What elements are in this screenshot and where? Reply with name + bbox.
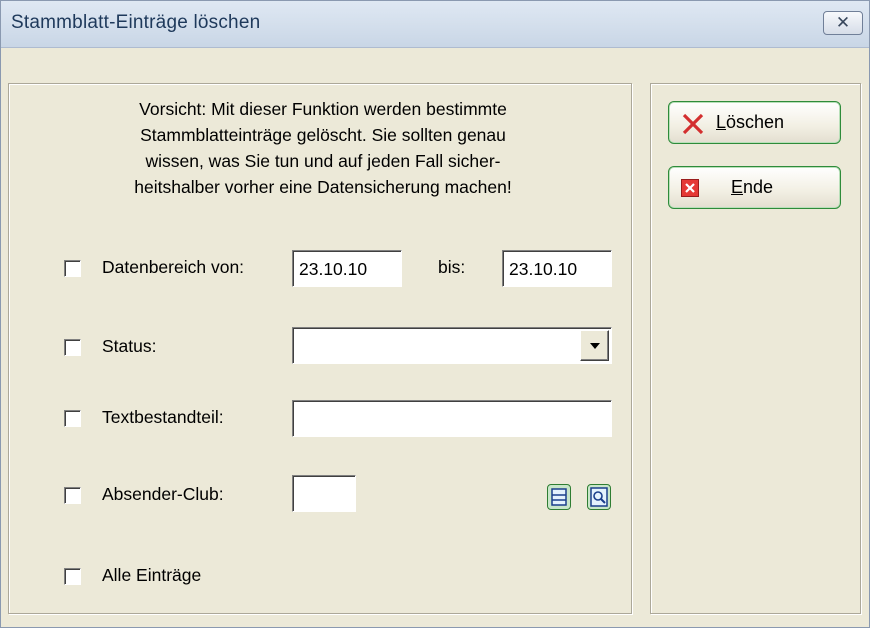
- warning-line: Vorsicht: Mit dieser Funktion werden bes…: [139, 99, 507, 119]
- sender-club-field[interactable]: [292, 475, 356, 512]
- status-label: Status:: [102, 336, 157, 356]
- warning-text: Vorsicht: Mit dieser Funktion werden bes…: [63, 96, 583, 200]
- date-to-field[interactable]: 23.10.10: [502, 250, 612, 287]
- date-range-checkbox[interactable]: [64, 260, 81, 277]
- dialog-window: Stammblatt-Einträge löschen ✕ Vorsicht: …: [0, 0, 870, 628]
- chevron-down-icon: [589, 342, 600, 349]
- status-dropdown[interactable]: [292, 327, 612, 364]
- warning-line: heitshalber vorher eine Datensicherung m…: [134, 177, 512, 197]
- status-checkbox[interactable]: [64, 339, 81, 356]
- close-button[interactable]: ✕: [823, 11, 863, 35]
- warning-line: Stammblatteinträge gelöscht. Sie sollten…: [140, 125, 506, 145]
- date-range-label: Datenbereich von:: [102, 257, 245, 277]
- text-part-label: Textbestandteil:: [102, 407, 224, 427]
- sender-club-checkbox[interactable]: [64, 487, 81, 504]
- all-entries-checkbox[interactable]: [64, 568, 81, 585]
- list-icon[interactable]: [547, 484, 571, 510]
- sender-club-label: Absender-Club:: [102, 484, 224, 504]
- dropdown-button[interactable]: [580, 330, 609, 361]
- red-x-icon: [682, 113, 704, 135]
- date-from-field[interactable]: 23.10.10: [292, 250, 402, 287]
- warning-line: wissen, was Sie tun und auf jeden Fall s…: [145, 151, 501, 171]
- title-bar: Stammblatt-Einträge löschen ✕: [1, 1, 869, 48]
- window-title: Stammblatt-Einträge löschen: [11, 12, 261, 33]
- end-button[interactable]: Ende: [668, 166, 841, 209]
- text-part-field[interactable]: [292, 400, 612, 437]
- delete-button-label: Löschen: [716, 112, 785, 132]
- actions-panel: [650, 83, 861, 614]
- close-box-icon: [681, 179, 699, 197]
- end-button-label: Ende: [731, 177, 774, 197]
- search-icon[interactable]: [587, 484, 611, 510]
- all-entries-label: Alle Einträge: [102, 565, 202, 585]
- date-to-label: bis:: [438, 257, 466, 277]
- delete-button[interactable]: Löschen: [668, 101, 841, 144]
- close-icon: ✕: [835, 13, 851, 32]
- text-part-checkbox[interactable]: [64, 410, 81, 427]
